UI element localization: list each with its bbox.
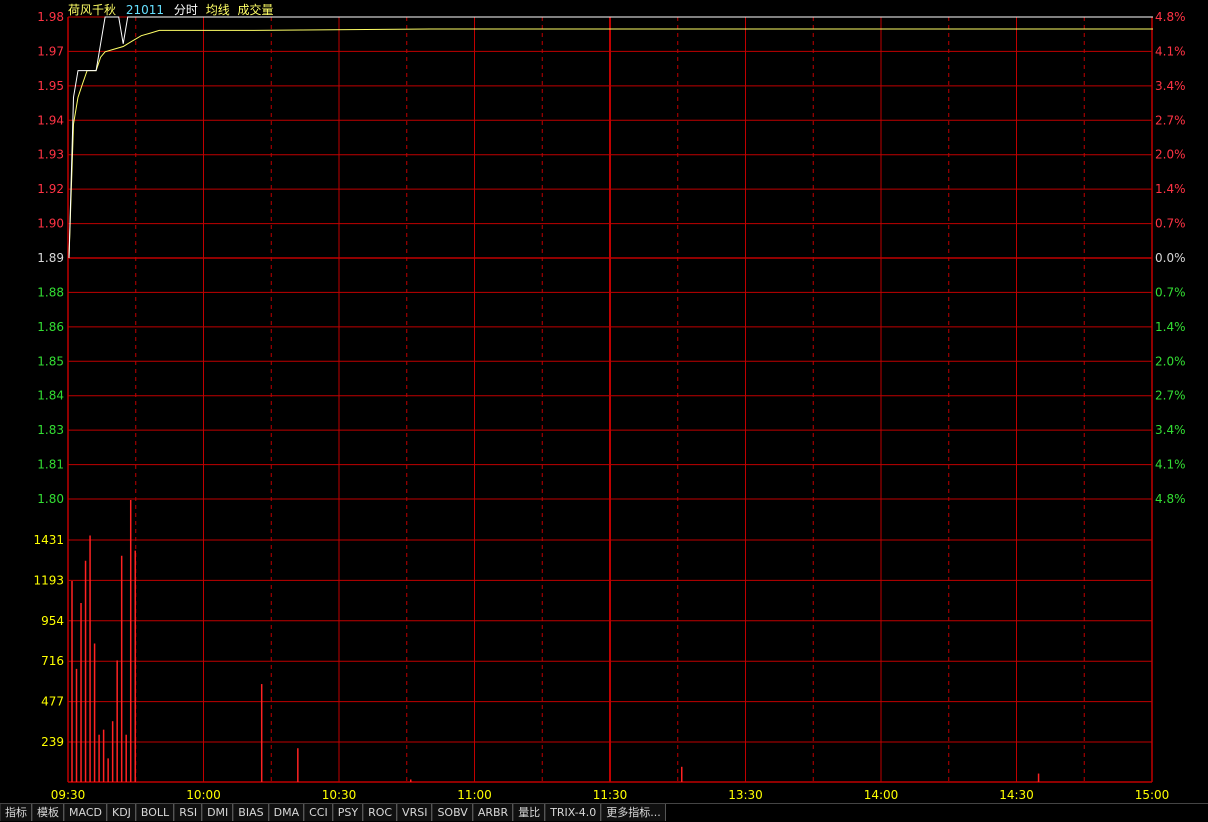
- price-tick-label: 1.88: [37, 285, 64, 299]
- percent-axis-right: 4.8% 4.1% 3.4% 2.7% 2.0% 1.4% 0.7% 0.0% 0.7% 1.4%…: [1155, 10, 1186, 506]
- time-tick-label: 10:00: [186, 788, 221, 802]
- percent-tick-label: 1.4%: [1155, 182, 1186, 196]
- indicator-tab[interactable]: VRSI: [397, 804, 433, 821]
- indicator-tab[interactable]: ROC: [363, 804, 398, 821]
- price-tick-label: 1.85: [37, 354, 64, 368]
- stock-code: 21011: [125, 3, 165, 17]
- price-tick-label: 1.94: [37, 113, 64, 127]
- volume-label: 成交量: [237, 3, 274, 17]
- price-tick-label: 1.93: [37, 148, 64, 162]
- indicator-tab[interactable]: TRIX-4.0: [545, 804, 602, 821]
- price-tick-label: 1.97: [37, 44, 64, 58]
- time-tick-label: 11:00: [457, 788, 492, 802]
- indicator-tab[interactable]: MACD: [64, 804, 107, 821]
- percent-tick-label: 1.4%: [1155, 320, 1186, 334]
- price-tick-label: 1.84: [37, 389, 64, 403]
- time-tick-label: 11:30: [593, 788, 628, 802]
- price-tick-label: 1.90: [37, 217, 64, 231]
- percent-tick-label: 0.7%: [1155, 285, 1186, 299]
- indicator-tab[interactable]: CCI: [304, 804, 333, 821]
- indicator-tab[interactable]: 量比: [513, 804, 546, 821]
- percent-tick-label: 4.1%: [1155, 458, 1186, 472]
- volume-tick-label: 477: [41, 695, 64, 709]
- volume-bars: [71, 500, 1040, 782]
- percent-tick-label: 2.0%: [1155, 148, 1186, 162]
- volume-tick-label: 954: [41, 614, 64, 628]
- avg-label: 均线: [205, 3, 230, 17]
- indicator-tab[interactable]: 指标: [0, 804, 32, 821]
- volume-tick-label: 239: [41, 735, 64, 749]
- time-axis: 09:30 10:00 10:30 11:00 11:30 13:30 14:00 14:30…: [51, 788, 1170, 802]
- indicator-tabs: 指标 模板 MACD KDJ BOLL RSI DMI BIAS DMA CCI PSY ROC VRS…: [0, 803, 1208, 822]
- price-axis-left: 1.98 1.97 1.95 1.94 1.93 1.92 1.90 1.89 1.88 1.86…: [37, 10, 64, 506]
- volume-axis: 1431 1193 954 716 477 239: [33, 533, 64, 749]
- chart-header: 荷风千秋 21011 分时 均线 成交量: [68, 1, 280, 18]
- indicator-tab[interactable]: BOLL: [135, 804, 175, 821]
- price-tick-label: 1.86: [37, 320, 64, 334]
- percent-tick-label: 3.4%: [1155, 423, 1186, 437]
- indicator-tab[interactable]: DMA: [268, 804, 305, 821]
- indicator-tab[interactable]: KDJ: [106, 804, 136, 821]
- percent-tick-label: 0.7%: [1155, 217, 1186, 231]
- price-tick-label: 1.95: [37, 79, 64, 93]
- percent-tick-label: 4.8%: [1155, 10, 1186, 24]
- percent-tick-label: 3.4%: [1155, 79, 1186, 93]
- percent-tick-label: 2.0%: [1155, 354, 1186, 368]
- indicator-tab[interactable]: RSI: [174, 804, 203, 821]
- indicator-tab[interactable]: SOBV: [432, 804, 473, 821]
- indicator-tab[interactable]: 更多指标...: [601, 804, 666, 821]
- percent-tick-label: 2.7%: [1155, 389, 1186, 403]
- volume-tick-label: 1193: [33, 573, 64, 587]
- indicator-tab[interactable]: BIAS: [233, 804, 269, 821]
- intraday-chart[interactable]: 1.98 1.97 1.95 1.94 1.93 1.92 1.90 1.89 1.88 1.86…: [0, 0, 1208, 803]
- price-tick-label: 1.80: [37, 492, 64, 506]
- volume-tick-label: 1431: [33, 533, 64, 547]
- indicator-tab[interactable]: PSY: [332, 804, 364, 821]
- indicator-tab[interactable]: 模板: [32, 804, 64, 821]
- indicator-tab[interactable]: ARBR: [472, 804, 514, 821]
- price-tick-label: 1.81: [37, 458, 64, 472]
- percent-tick-label: 2.7%: [1155, 113, 1186, 127]
- time-tick-label: 14:00: [864, 788, 899, 802]
- stock-name: 荷风千秋: [68, 3, 117, 17]
- volume-tick-label: 716: [41, 654, 64, 668]
- percent-tick-label: 4.8%: [1155, 492, 1186, 506]
- time-tick-label: 10:30: [322, 788, 357, 802]
- time-tick-label: 09:30: [51, 788, 86, 802]
- percent-tick-label: 0.0%: [1155, 251, 1186, 265]
- mode-label: 分时: [173, 3, 198, 17]
- price-tick-label: 1.83: [37, 423, 64, 437]
- time-tick-label: 14:30: [999, 788, 1034, 802]
- price-tick-label: 1.98: [37, 10, 64, 24]
- chart-grid: [67, 16, 1153, 783]
- price-tick-label: 1.89: [37, 251, 64, 265]
- price-tick-label: 1.92: [37, 182, 64, 196]
- time-tick-label: 15:00: [1135, 788, 1170, 802]
- percent-tick-label: 4.1%: [1155, 44, 1186, 58]
- indicator-tab[interactable]: DMI: [202, 804, 234, 821]
- time-tick-label: 13:30: [728, 788, 763, 802]
